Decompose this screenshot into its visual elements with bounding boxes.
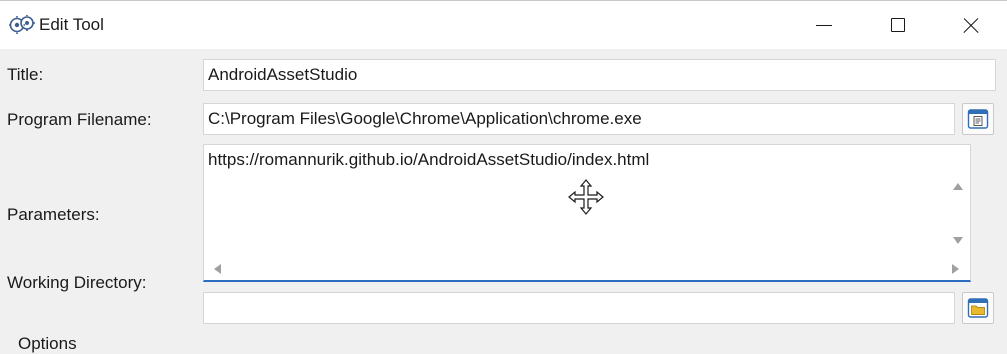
move-cursor-icon	[568, 179, 604, 215]
options-group-label: Options	[18, 334, 77, 353]
minimize-icon	[816, 24, 832, 26]
scroll-down-icon[interactable]	[953, 237, 963, 244]
working-directory-input[interactable]	[203, 292, 955, 324]
close-icon	[963, 17, 979, 33]
horizontal-scrollbar[interactable]	[204, 253, 970, 281]
scroll-up-icon[interactable]	[953, 183, 963, 190]
maximize-icon	[891, 18, 905, 32]
program-browse-button[interactable]	[962, 103, 994, 135]
app-gear-icon	[9, 15, 35, 34]
minimize-button[interactable]	[788, 1, 860, 49]
scroll-left-icon[interactable]	[214, 264, 221, 274]
program-filename-label: Program Filename:	[7, 110, 152, 129]
vertical-scrollbar[interactable]	[942, 145, 970, 253]
scroll-right-icon[interactable]	[952, 264, 959, 274]
title-input[interactable]: AndroidAssetStudio	[203, 59, 996, 91]
maximize-button[interactable]	[862, 1, 934, 49]
parameters-label: Parameters:	[7, 205, 100, 224]
working-directory-label: Working Directory:	[7, 273, 147, 292]
edit-tool-window: Edit Tool Title: AndroidAssetStudio Prog…	[0, 0, 1007, 353]
title-bar[interactable]: Edit Tool	[0, 0, 1007, 49]
file-browse-icon	[967, 109, 989, 129]
program-filename-input[interactable]: C:\Program Files\Google\Chrome\Applicati…	[203, 103, 955, 135]
close-button[interactable]	[935, 1, 1007, 49]
working-directory-browse-button[interactable]	[962, 292, 994, 324]
title-label: Title:	[7, 65, 44, 84]
folder-browse-icon	[967, 298, 989, 318]
parameters-text: https://romannurik.github.io/AndroidAsse…	[208, 150, 650, 169]
window-title: Edit Tool	[39, 15, 104, 34]
